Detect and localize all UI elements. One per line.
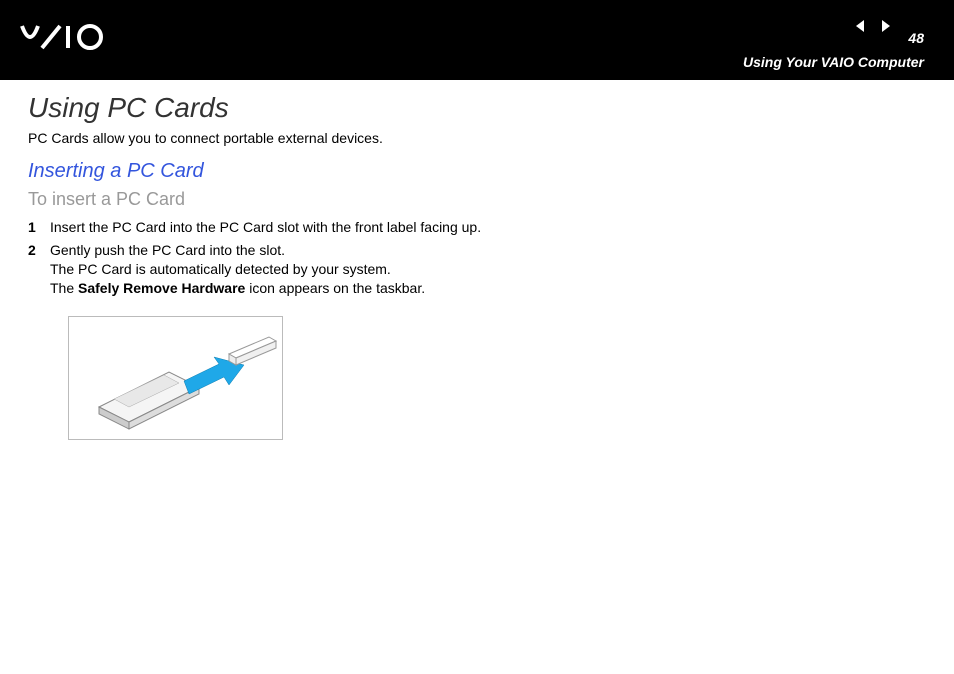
pc-card-illustration [68, 316, 283, 440]
heading-2: Inserting a PC Card [28, 160, 926, 183]
next-page-arrow-icon[interactable] [878, 18, 894, 39]
section-title: Using Your VAIO Computer [743, 54, 924, 70]
step-1: 1 Insert the PC Card into the PC Card sl… [28, 218, 926, 237]
step-number: 1 [28, 218, 50, 237]
prev-page-arrow-icon[interactable] [852, 18, 868, 39]
heading-3: To insert a PC Card [28, 189, 926, 210]
page-header: 48 Using Your VAIO Computer [0, 0, 954, 80]
step-2: 2 Gently push the PC Card into the slot.… [28, 241, 926, 298]
page-number: 48 [908, 30, 924, 46]
pc-card-icon [99, 372, 199, 429]
page-content: Using PC Cards PC Cards allow you to con… [0, 80, 954, 452]
step-text: Gently push the PC Card into the slot. T… [50, 241, 926, 298]
intro-text: PC Cards allow you to connect portable e… [28, 130, 926, 146]
step-number: 2 [28, 241, 50, 298]
slot-icon [229, 337, 276, 365]
step-text: Insert the PC Card into the PC Card slot… [50, 218, 926, 237]
vaio-logo [20, 22, 130, 59]
nav-arrows [852, 18, 894, 39]
heading-1: Using PC Cards [28, 92, 926, 124]
